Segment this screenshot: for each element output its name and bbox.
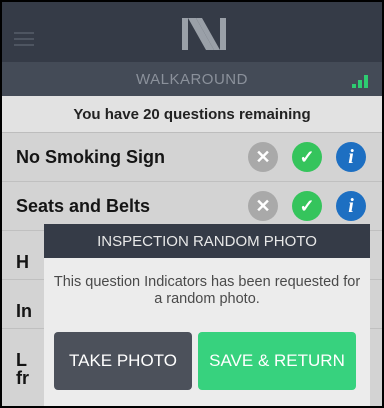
- remaining-banner: You have 20 questions remaining: [2, 96, 382, 133]
- info-circle-icon[interactable]: i: [336, 142, 366, 172]
- save-and-return-button[interactable]: SAVE & RETURN: [198, 332, 356, 390]
- question-label: H: [16, 252, 29, 272]
- question-label: In: [16, 301, 32, 321]
- remaining-text: You have 20 questions remaining: [73, 106, 311, 123]
- dialog-message: This question Indicators has been reques…: [53, 274, 361, 307]
- hamburger-menu-icon[interactable]: [14, 32, 34, 46]
- info-circle-icon[interactable]: i: [336, 191, 366, 221]
- question-label: Seats and Belts: [16, 196, 151, 216]
- check-circle-icon[interactable]: ✓: [292, 191, 322, 221]
- section-title: WALKAROUND: [136, 71, 248, 88]
- app-logo: [182, 18, 226, 50]
- random-photo-dialog: INSPECTION RANDOM PHOTO This question In…: [44, 224, 370, 406]
- app-screen: WALKAROUND You have 20 questions remaini…: [2, 2, 382, 406]
- question-label: fr: [16, 368, 29, 388]
- question-label: No Smoking Sign: [16, 147, 166, 167]
- question-row[interactable]: No Smoking Sign ✕ ✓ i: [2, 133, 382, 182]
- section-bar: WALKAROUND: [2, 62, 382, 96]
- check-circle-icon[interactable]: ✓: [292, 142, 322, 172]
- signal-strength-icon: [352, 74, 370, 88]
- dialog-title: INSPECTION RANDOM PHOTO: [97, 233, 317, 250]
- top-bar: [2, 2, 382, 62]
- dialog-header: INSPECTION RANDOM PHOTO: [44, 224, 370, 258]
- x-circle-icon[interactable]: ✕: [248, 191, 278, 221]
- x-circle-icon[interactable]: ✕: [248, 142, 278, 172]
- take-photo-button[interactable]: TAKE PHOTO: [54, 332, 192, 390]
